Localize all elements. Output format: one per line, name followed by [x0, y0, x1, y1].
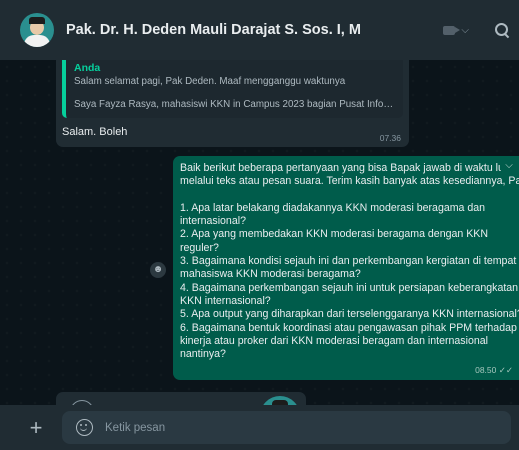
quoted-message[interactable]: Anda Salam selamat pagi, Pak Deden. Maaf… — [62, 60, 403, 118]
message-text: Baik berikut beberapa pertanyaan yang bi… — [180, 162, 519, 361]
message-line: Baik berikut beberapa pertanyaan yang bi… — [180, 162, 504, 174]
compose-bar: + Ketik pesan — [0, 405, 519, 450]
voice-message[interactable] — [56, 392, 306, 405]
message-timestamp: 07.36 — [379, 133, 401, 143]
message-line: reguler? — [180, 241, 219, 254]
video-call-button[interactable]: ⌵ — [443, 25, 469, 36]
message-line: 1. Apa latar belakang diadakannya KKN mo… — [180, 201, 486, 214]
quote-author: Anda — [74, 62, 101, 74]
search-icon[interactable] — [495, 23, 509, 37]
incoming-message[interactable]: Anda Salam selamat pagi, Pak Deden. Maaf… — [56, 60, 409, 147]
emoji-icon[interactable] — [76, 419, 93, 436]
message-line: 6. Bagaimana bentuk koordinasi atau peng… — [180, 321, 517, 334]
message-line: melalui teks atau pesan suara. Terim kas… — [180, 175, 519, 188]
message-line: mahasiswa KKN moderasi beragama? — [180, 268, 361, 281]
sender-avatar — [260, 396, 300, 405]
quote-text-line: Saya Fayza Rasya, mahasiswi KKN in Campu… — [74, 99, 395, 110]
message-line: 2. Apa yang membedakan KKN moderasi bera… — [180, 228, 488, 241]
emoji-reaction-button[interactable]: ☻ — [150, 262, 166, 278]
message-line: KKN internasional? — [180, 294, 271, 307]
message-line: kinerja atau proker dari KKN moderasi be… — [180, 334, 488, 347]
message-line: 5. Apa output yang diharapkan dari terse… — [180, 308, 519, 321]
contact-avatar[interactable] — [20, 13, 54, 47]
message-line: internasional? — [180, 215, 246, 228]
double-check-icon: ✓✓ — [498, 365, 513, 375]
contact-name[interactable]: Pak. Dr. H. Deden Mauli Darajat S. Sos. … — [66, 22, 443, 38]
message-line: 3. Bagaimana kondisi sejauh ini dan perk… — [180, 255, 517, 268]
message-list[interactable]: Anda Salam selamat pagi, Pak Deden. Maaf… — [0, 60, 519, 405]
chevron-down-icon: ⌵ — [461, 24, 469, 36]
input-placeholder[interactable]: Ketik pesan — [105, 422, 165, 434]
message-input[interactable]: Ketik pesan — [62, 411, 511, 444]
message-line: 4. Bagaimana perkembangan sejauh ini unt… — [180, 281, 519, 294]
message-timestamp: 08.50 ✓✓ — [475, 365, 513, 375]
chat-header: Pak. Dr. H. Deden Mauli Darajat S. Sos. … — [0, 0, 519, 60]
message-text: Salam. Boleh — [62, 126, 128, 138]
attach-plus-icon[interactable]: + — [28, 416, 44, 439]
quote-text-line: Salam selamat pagi, Pak Deden. Maaf meng… — [74, 76, 346, 87]
outgoing-message[interactable]: Baik berikut beberapa pertanyaan yang bi… — [173, 156, 519, 380]
message-menu-chevron-icon[interactable]: ⌵ — [501, 160, 517, 174]
message-line: nantinya? — [180, 348, 226, 361]
smiley-icon: ☻ — [152, 264, 164, 275]
video-camera-icon — [443, 25, 461, 35]
